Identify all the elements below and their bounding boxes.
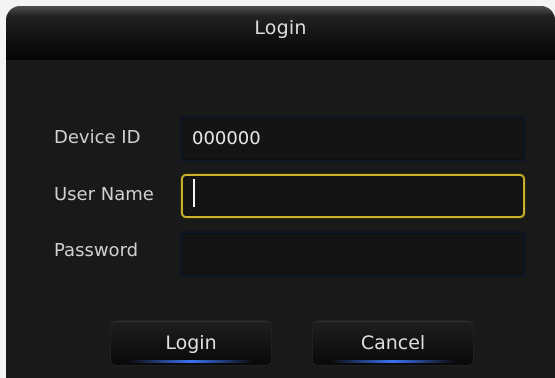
- user-name-input[interactable]: [181, 174, 525, 218]
- password-label: Password: [54, 240, 139, 261]
- titlebar-shine: [6, 6, 555, 16]
- cancel-button[interactable]: Cancel: [312, 320, 474, 366]
- device-id-value: 000000: [192, 128, 261, 149]
- text-caret: [193, 179, 195, 207]
- login-dialog: Login Device ID 000000 User Name Passwor…: [6, 6, 555, 378]
- dialog-content: Device ID 000000 User Name Password Logi…: [6, 60, 555, 378]
- cancel-button-glow: [331, 360, 455, 363]
- login-button-label: Login: [165, 332, 217, 354]
- device-id-input[interactable]: 000000: [181, 117, 525, 161]
- dialog-titlebar: Login: [6, 6, 555, 60]
- login-button-glow: [129, 360, 253, 363]
- dialog-title: Login: [254, 17, 307, 39]
- user-name-label: User Name: [54, 184, 154, 205]
- login-button[interactable]: Login: [110, 320, 272, 366]
- password-input[interactable]: [181, 232, 525, 276]
- cancel-button-label: Cancel: [360, 332, 426, 354]
- device-id-label: Device ID: [54, 127, 141, 148]
- login-window-frame: Login Device ID 000000 User Name Passwor…: [0, 0, 555, 378]
